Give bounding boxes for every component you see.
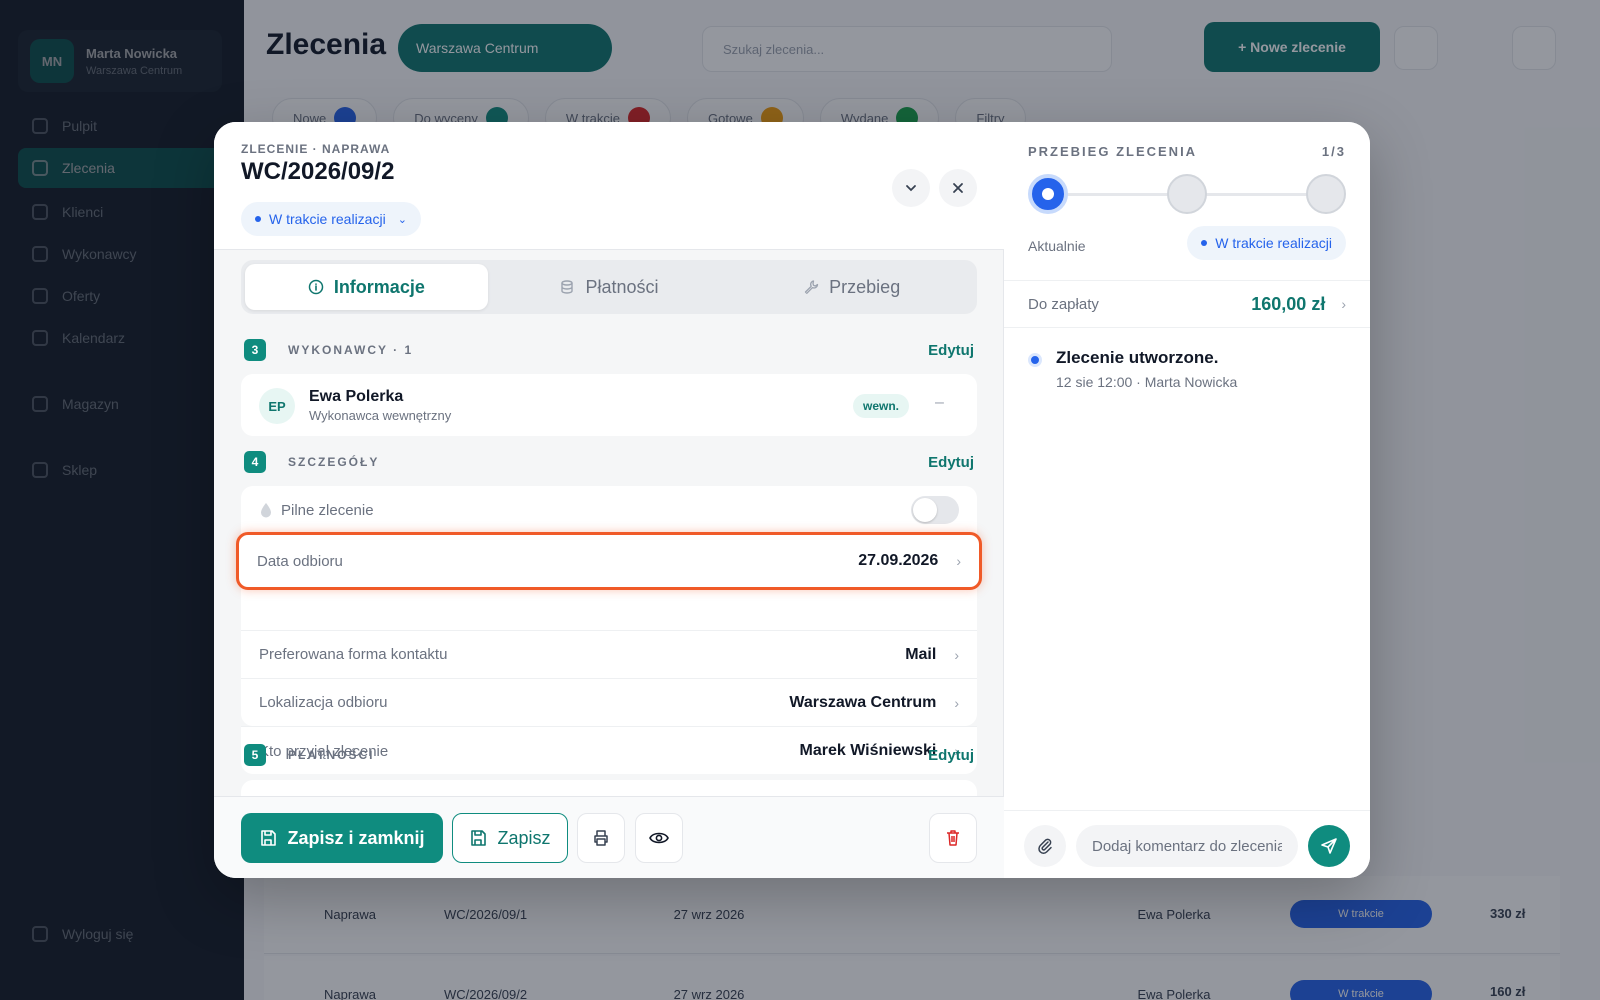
info-icon	[308, 279, 324, 295]
order-progress-panel: PRZEBIEG ZLECENIA 1/3 Aktualnie W trakci…	[1004, 122, 1370, 878]
trash-icon	[947, 830, 959, 846]
chevron-right-icon: ›	[954, 646, 959, 663]
collapse-button[interactable]	[892, 169, 930, 207]
drop-icon	[261, 503, 271, 518]
tab-info[interactable]: Informacje	[245, 264, 488, 310]
section-number: 4	[244, 451, 266, 473]
paperclip-icon	[1038, 838, 1052, 854]
executor-role: Wykonawca wewnętrzny	[309, 408, 452, 423]
comment-bar	[1004, 810, 1370, 878]
printer-icon	[594, 830, 608, 846]
save-icon	[261, 830, 277, 846]
progress-title: PRZEBIEG ZLECENIA	[1028, 144, 1198, 159]
progress-stepper	[1028, 174, 1346, 214]
to-pay-row[interactable]: Do zapłaty 160,00 zł ›	[1004, 280, 1370, 328]
sidebar-backdrop	[0, 0, 244, 1000]
tab-bar: Informacje Płatności Przebieg	[241, 260, 977, 314]
order-number: WC/2026/09/2	[241, 158, 395, 185]
section-executors-header: 3 WYKONAWCY · 1 Edytuj	[244, 338, 974, 362]
to-pay-amount: 160,00 zł	[1251, 293, 1326, 314]
chevron-right-icon: ›	[956, 553, 961, 569]
contact-row[interactable]: Preferowana forma kontaktu Mail ›	[241, 630, 977, 678]
chevron-down-icon	[906, 185, 916, 192]
modal-footer: Zapisz i zamknij Zapisz	[214, 796, 1004, 878]
executor-name: Ewa Polerka	[309, 388, 404, 405]
tab-progress[interactable]: Przebieg	[730, 264, 973, 310]
section-title: SZCZEGÓŁY	[288, 455, 380, 469]
urgent-toggle[interactable]	[911, 496, 959, 524]
section-number: 5	[244, 744, 266, 766]
current-label: Aktualnie	[1028, 238, 1086, 254]
chevron-right-icon: ›	[1341, 296, 1346, 312]
wrench-icon	[805, 280, 819, 294]
edit-details-link[interactable]: Edytuj	[928, 454, 974, 471]
modal-header: ZLECENIE · NAPRAWA WC/2026/09/2 W trakci…	[214, 122, 1004, 250]
save-close-button[interactable]: Zapisz i zamknij	[241, 813, 443, 863]
save-icon	[471, 830, 487, 846]
tab-payments[interactable]: Płatności	[488, 264, 731, 310]
status-dropdown[interactable]: W trakcie realizacji ⌄	[241, 202, 421, 236]
step-1[interactable]	[1028, 174, 1068, 214]
section-number: 3	[244, 339, 266, 361]
status-dot-icon	[255, 216, 261, 222]
pickup-date-row[interactable]: Data odbioru 27.09.2026 ›	[236, 532, 982, 590]
eye-icon	[649, 832, 669, 844]
avatar: EP	[259, 388, 295, 424]
section-title: WYKONAWCY · 1	[288, 343, 414, 357]
chevron-right-icon: ›	[954, 694, 959, 711]
preview-button[interactable]	[635, 813, 683, 863]
save-button[interactable]: Zapisz	[452, 813, 568, 863]
order-kicker: ZLECENIE · NAPRAWA	[241, 142, 391, 156]
section-payments-header: 5 PŁATNOŚCI Edytuj	[244, 743, 974, 767]
details-card: Pilne zlecenie Preferowana forma kontakt…	[241, 486, 977, 726]
chevron-down-icon: ⌄	[397, 213, 407, 226]
event-dot-icon	[1028, 353, 1042, 367]
delete-button[interactable]	[929, 813, 977, 863]
location-row[interactable]: Lokalizacja odbioru Warszawa Centrum ›	[241, 678, 977, 726]
coins-icon	[561, 280, 574, 294]
toggle-knob	[913, 498, 937, 522]
pickup-date-label: Data odbioru	[257, 552, 343, 570]
close-icon	[953, 183, 963, 193]
current-status-badge: W trakcie realizacji	[1187, 226, 1346, 260]
event-text: Zlecenie utworzone.	[1056, 348, 1219, 367]
edit-payments-link[interactable]: Edytuj	[928, 747, 974, 764]
progress-count: 1/3	[1321, 144, 1346, 159]
step-3[interactable]	[1306, 174, 1346, 214]
attach-button[interactable]	[1024, 825, 1066, 867]
edit-executors-link[interactable]: Edytuj	[928, 342, 974, 359]
event-meta: 12 sie 12:00 · Marta Nowicka	[1056, 374, 1238, 390]
send-button[interactable]	[1308, 825, 1350, 867]
send-icon	[1321, 838, 1337, 854]
order-modal: ZLECENIE · NAPRAWA WC/2026/09/2 W trakci…	[214, 122, 1370, 878]
step-2[interactable]	[1167, 174, 1207, 214]
executor-card[interactable]: EP Ewa Polerka Wykonawca wewnętrzny wewn…	[241, 374, 977, 436]
comment-input[interactable]	[1076, 825, 1298, 867]
urgent-row: Pilne zlecenie	[241, 486, 977, 534]
section-details-header: 4 SZCZEGÓŁY Edytuj	[244, 450, 974, 474]
section-title: PŁATNOŚCI	[288, 748, 375, 762]
order-details-panel: ZLECENIE · NAPRAWA WC/2026/09/2 W trakci…	[214, 122, 1004, 878]
pickup-date-value: 27.09.2026	[858, 552, 939, 569]
print-button[interactable]	[577, 813, 625, 863]
close-button[interactable]	[939, 169, 977, 207]
executor-price: –	[935, 394, 944, 411]
status-dot-icon	[1201, 240, 1208, 246]
internal-badge: wewn.	[853, 394, 910, 418]
